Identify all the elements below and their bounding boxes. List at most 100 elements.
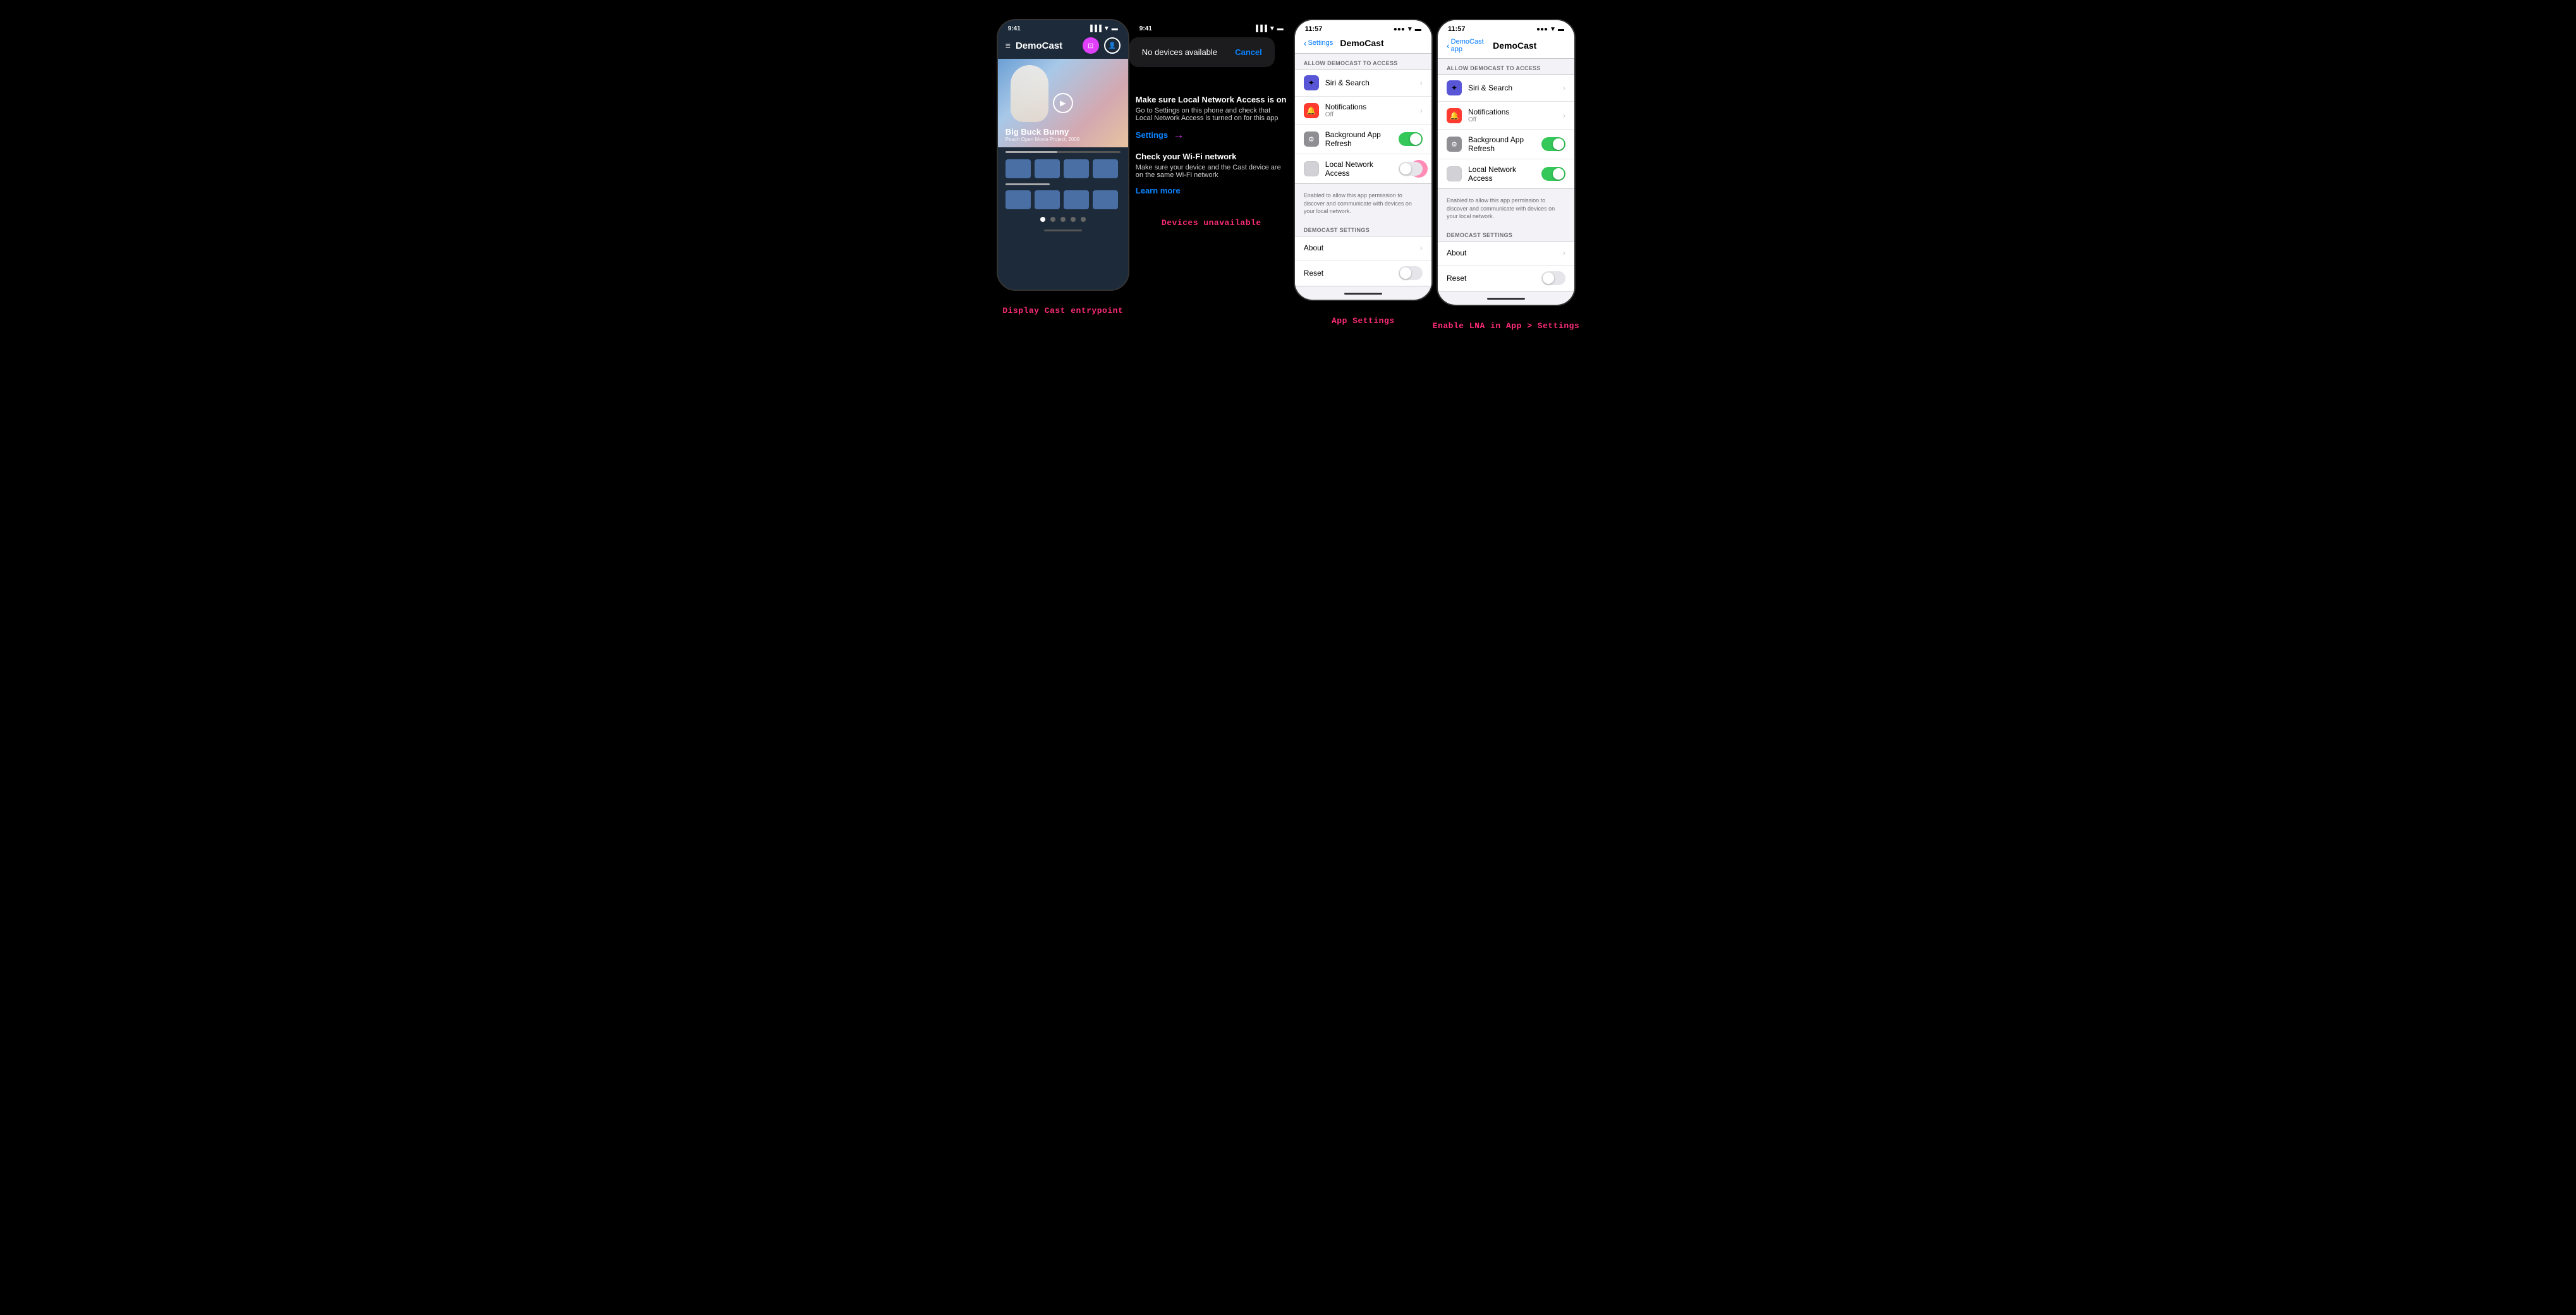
scene4-reset-toggle[interactable] <box>1541 271 1565 285</box>
refresh-icon: ⚙ <box>1304 132 1319 147</box>
scene3-wifi: ▼ <box>1407 26 1413 33</box>
scene4-notif-content: Notifications Off <box>1468 107 1560 123</box>
settings-link-row: Settings → <box>1136 128 1287 142</box>
scene4-lna-toggle[interactable] <box>1541 167 1565 181</box>
back-button[interactable]: ‹ Settings <box>1304 38 1333 48</box>
dot-3 <box>1060 217 1066 222</box>
scene4-wifi: ▼ <box>1550 26 1556 33</box>
scene3-nav: ‹ Settings DemoCast <box>1295 35 1431 54</box>
thumb-7[interactable] <box>1064 190 1089 209</box>
notif-icon: 🔔 <box>1304 103 1319 118</box>
scene4-status: 11:57 ●●● ▼ ▬ <box>1438 20 1574 35</box>
back-label: Settings <box>1308 39 1333 47</box>
scene4-lna-description: Enabled to allow this app permission to … <box>1438 194 1574 226</box>
scene4-settings-group-2: About › Reset <box>1438 241 1574 291</box>
scene4-lna-title: Local Network Access <box>1468 165 1541 183</box>
scene1: 9:41 ▐▐▐ ▼ ▬ ≡ DemoCast ⊡ 👤 → ▶ Big Buck… <box>997 19 1129 315</box>
scene4-lna-content: Local Network Access <box>1468 165 1541 183</box>
scene4-settings-group-1: ✦ Siri & Search › 🔔 Notifications Off <box>1438 74 1574 189</box>
phone1-device: 9:41 ▐▐▐ ▼ ▬ ≡ DemoCast ⊡ 👤 → ▶ Big Buck… <box>997 19 1129 291</box>
scene2-battery: ▬ <box>1277 25 1284 32</box>
progress-fill <box>1005 151 1057 153</box>
refresh-toggle[interactable] <box>1399 132 1423 146</box>
lna-toggle[interactable] <box>1399 162 1423 176</box>
learn-more-link[interactable]: Learn more <box>1136 186 1181 195</box>
signal-icon: ▐▐▐ <box>1088 25 1102 32</box>
section1-header: ALLOW DEMOCAST TO ACCESS <box>1295 54 1431 69</box>
popup-message: No devices available <box>1142 47 1217 57</box>
thumb-1[interactable] <box>1005 159 1031 178</box>
no-devices-popup: No devices available Cancel <box>1129 37 1275 67</box>
scene4-lna-row[interactable]: Local Network Access <box>1438 159 1574 188</box>
notif-content: Notifications Off <box>1325 102 1418 118</box>
arrow-to-settings: → <box>1173 128 1184 142</box>
thumb-3[interactable] <box>1064 159 1089 178</box>
inst1-body: Go to Settings on this phone and check t… <box>1136 107 1287 122</box>
reset-title: Reset <box>1304 269 1399 278</box>
lna-row[interactable]: Local Network Access <box>1295 154 1431 183</box>
scene3-status-icons: ●●● ▼ ▬ <box>1394 26 1421 33</box>
settings-link[interactable]: Settings <box>1136 130 1168 140</box>
scene4-refresh-glyph: ⚙ <box>1451 140 1457 149</box>
scene4-section2-header: DEMOCAST SETTINGS <box>1438 226 1574 241</box>
scene4-notif-glyph: 🔔 <box>1450 111 1459 120</box>
scene4-about-row[interactable]: About › <box>1438 242 1574 266</box>
scene4-siri-row[interactable]: ✦ Siri & Search › <box>1438 75 1574 102</box>
app-title: DemoCast <box>1016 40 1078 51</box>
dot-4 <box>1071 217 1076 222</box>
settings-group-1: ✦ Siri & Search › 🔔 Notifications Off <box>1295 69 1431 184</box>
scene4-about-title: About <box>1447 248 1560 257</box>
scene2-status-icons: ▐▐▐ ▼ ▬ <box>1254 25 1284 32</box>
scene4-refresh-toggle[interactable] <box>1541 137 1565 151</box>
status-bar: 9:41 ▐▐▐ ▼ ▬ <box>998 20 1128 35</box>
thumb-2[interactable] <box>1035 159 1060 178</box>
scene4-refresh-content: Background App Refresh <box>1468 135 1541 153</box>
section2-header: DEMOCAST SETTINGS <box>1295 221 1431 236</box>
wifi-icon: ▼ <box>1103 25 1110 32</box>
thumb-6[interactable] <box>1035 190 1060 209</box>
instructions-panel: Make sure Local Network Access is on Go … <box>1136 89 1287 203</box>
scene4-siri-content: Siri & Search <box>1468 83 1560 92</box>
scene1-label: Display Cast entrypoint <box>1002 306 1123 315</box>
siri-icon: ✦ <box>1304 75 1319 90</box>
scene4-page-title: DemoCast <box>1493 40 1536 51</box>
scene4-lna-knob <box>1553 168 1564 180</box>
scene4-bg-refresh-row[interactable]: ⚙ Background App Refresh <box>1438 130 1574 159</box>
refresh-title: Background App Refresh <box>1325 130 1399 148</box>
scene4-notif-row[interactable]: 🔔 Notifications Off › <box>1438 102 1574 130</box>
thumb-4[interactable] <box>1093 159 1118 178</box>
cancel-button[interactable]: Cancel <box>1235 47 1262 57</box>
scene4-reset-content: Reset <box>1447 274 1541 283</box>
scene4-refresh-title: Background App Refresh <box>1468 135 1541 153</box>
cast-button[interactable]: ⊡ <box>1083 37 1099 54</box>
bg-refresh-row[interactable]: ⚙ Background App Refresh <box>1295 125 1431 154</box>
scene4-reset-row[interactable]: Reset <box>1438 266 1574 291</box>
menu-icon[interactable]: ≡ <box>1005 40 1011 51</box>
scene3-signal: ●●● <box>1394 26 1405 33</box>
scene4-back-button[interactable]: ‹ DemoCast app <box>1447 38 1493 53</box>
scene4-notif-title: Notifications <box>1468 107 1560 116</box>
scene3-time: 11:57 <box>1305 25 1323 33</box>
play-button[interactable]: ▶ <box>1053 93 1073 113</box>
scene3-battery: ▬ <box>1415 26 1421 33</box>
hero-image: ▶ Big Buck Bunny Peach Open Movie Projec… <box>998 59 1128 147</box>
thumb-5[interactable] <box>1005 190 1031 209</box>
lna-content: Local Network Access <box>1325 160 1399 178</box>
reset-toggle[interactable] <box>1399 266 1423 280</box>
reset-content: Reset <box>1304 269 1399 278</box>
hero-title: Big Buck Bunny <box>1005 127 1121 137</box>
about-row[interactable]: About › <box>1295 236 1431 260</box>
thumb-8[interactable] <box>1093 190 1118 209</box>
page-dots <box>998 212 1128 227</box>
notifications-row[interactable]: 🔔 Notifications Off › <box>1295 97 1431 125</box>
inst2-body: Make sure your device and the Cast devic… <box>1136 164 1287 179</box>
battery-icon: ▬ <box>1112 25 1118 32</box>
scene4-reset-knob <box>1543 272 1554 284</box>
profile-button[interactable]: 👤 <box>1104 37 1121 54</box>
siri-search-row[interactable]: ✦ Siri & Search › <box>1295 70 1431 97</box>
lna-toggle-knob <box>1400 163 1411 174</box>
scene4-back-chevron: ‹ <box>1447 40 1450 51</box>
reset-row[interactable]: Reset <box>1295 260 1431 286</box>
page-title: DemoCast <box>1340 38 1383 48</box>
scene4: 11:57 ●●● ▼ ▬ ‹ DemoCast app DemoCast AL… <box>1433 19 1579 331</box>
